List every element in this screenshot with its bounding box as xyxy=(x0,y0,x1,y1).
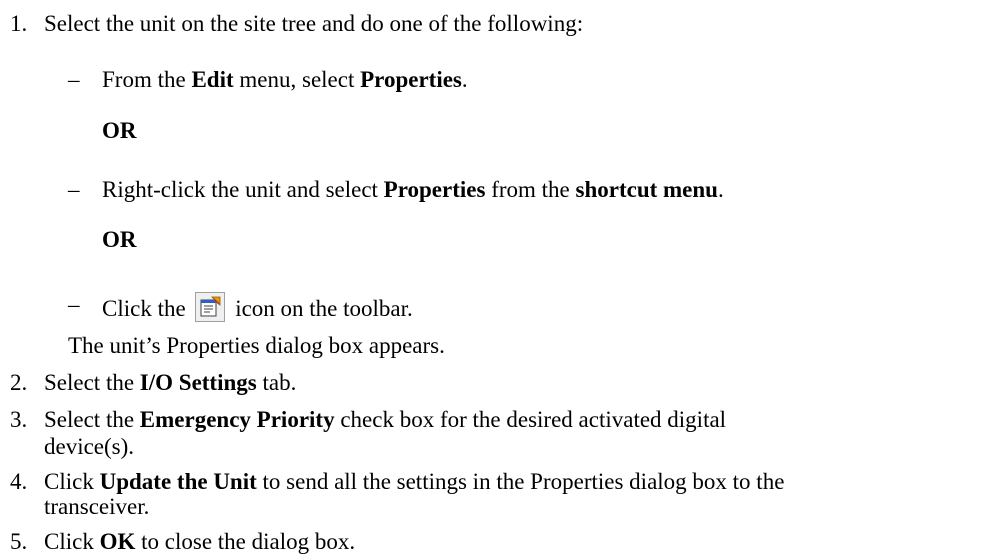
dash-bullet: – xyxy=(68,67,80,92)
step-text: Click Update the Unit to send all the se… xyxy=(44,469,785,494)
step-number: 4. xyxy=(10,469,28,494)
option-text: Click the icon on the toolbar. xyxy=(102,292,413,322)
step-number: 5. xyxy=(10,529,28,554)
step-number: 3. xyxy=(10,407,28,432)
option-text: Right-click the unit and select Properti… xyxy=(102,177,724,202)
dash-bullet: – xyxy=(68,292,80,317)
step-text: Select the I/O Settings tab. xyxy=(44,370,297,395)
option-text: From the Edit menu, select Properties. xyxy=(102,67,468,92)
step-text: Select the Emergency Priority check box … xyxy=(44,407,727,432)
properties-icon xyxy=(195,292,226,322)
step-number: 1. xyxy=(10,11,28,36)
step-text: Select the unit on the site tree and do … xyxy=(44,11,584,36)
dash-bullet: – xyxy=(68,177,80,202)
step-number: 2. xyxy=(10,370,28,395)
step-text: Click OK to close the dialog box. xyxy=(44,529,356,554)
